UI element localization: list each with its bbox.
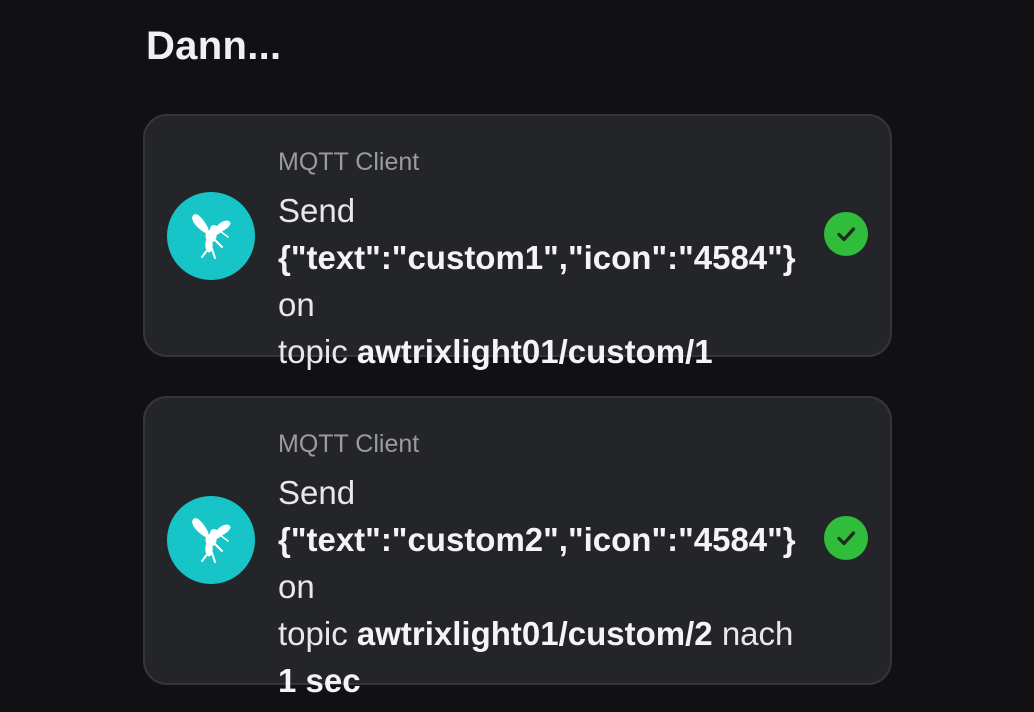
on-label: on	[278, 568, 315, 605]
on-label: on	[278, 286, 315, 323]
card-app-name: MQTT Client	[278, 430, 420, 458]
section-title: Dann...	[146, 24, 282, 68]
action-card[interactable]: MQTT Client Send {"text":"custom2","icon…	[143, 396, 892, 699]
mosquitto-icon	[167, 496, 255, 584]
mosquitto-icon	[167, 192, 255, 280]
payload: {"text":"custom1","icon":"4584"}	[278, 239, 796, 276]
card-description: Send {"text":"custom1","icon":"4584"} on…	[278, 187, 823, 375]
check-circle-icon	[824, 516, 868, 560]
topic-label: topic	[278, 615, 348, 652]
topic-value: awtrixlight01/custom/1	[356, 333, 713, 370]
delay-label: nach	[721, 615, 794, 652]
topic-label: topic	[278, 333, 348, 370]
send-label: Send	[278, 474, 356, 511]
delay-value: 1 sec	[278, 662, 361, 699]
payload: {"text":"custom2","icon":"4584"}	[278, 521, 796, 558]
card-app-name: MQTT Client	[278, 148, 420, 176]
card-description: Send {"text":"custom2","icon":"4584"} on…	[278, 469, 823, 704]
check-circle-icon	[824, 212, 868, 256]
topic-value: awtrixlight01/custom/2	[356, 615, 713, 652]
send-label: Send	[278, 192, 356, 229]
action-card[interactable]: MQTT Client Send {"text":"custom1","icon…	[143, 114, 892, 370]
